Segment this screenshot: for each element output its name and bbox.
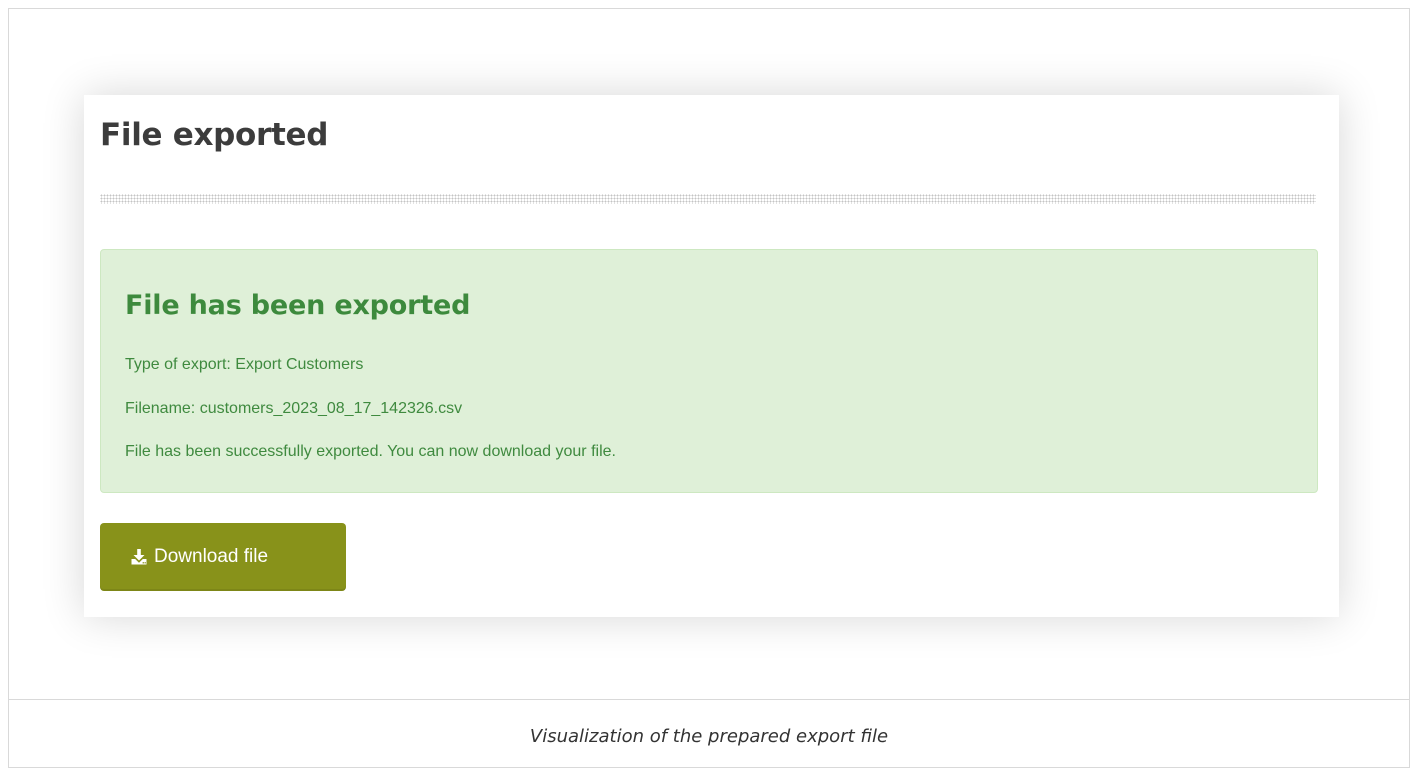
download-file-button[interactable]: Download file [100, 523, 346, 591]
download-button-label: Download file [154, 546, 269, 567]
success-alert: File has been exported Type of export: E… [100, 249, 1318, 493]
success-message: File has been successfully exported. You… [125, 443, 616, 460]
alert-heading: File has been exported [125, 290, 471, 321]
dotted-divider [100, 194, 1316, 204]
page-title: File exported [100, 117, 329, 153]
filename-text: Filename: customers_2023_08_17_142326.cs… [125, 400, 463, 417]
export-panel: File exported File has been exported Typ… [84, 95, 1339, 617]
export-type-text: Type of export: Export Customers [125, 356, 364, 373]
download-icon [130, 548, 148, 566]
figure-frame: File exported File has been exported Typ… [8, 8, 1410, 768]
figure-caption: Visualization of the prepared export fil… [529, 726, 889, 747]
screenshot-area: File exported File has been exported Typ… [9, 9, 1409, 700]
